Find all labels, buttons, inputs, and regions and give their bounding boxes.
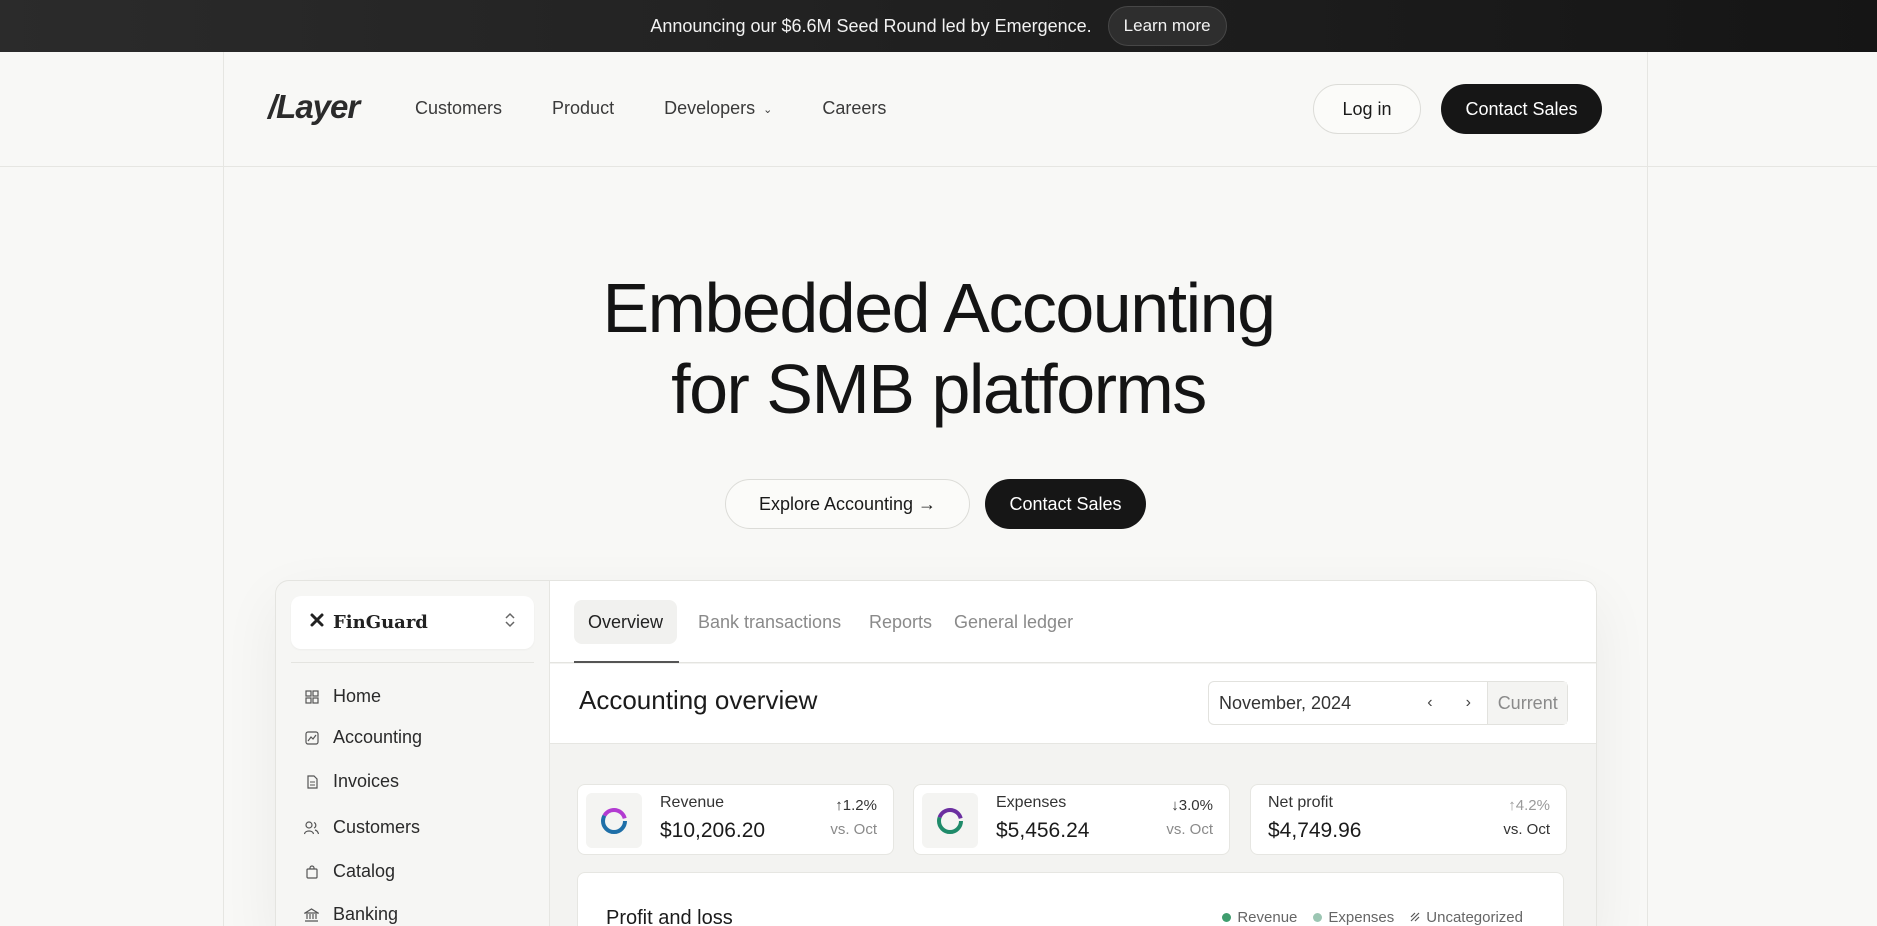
current-month-button[interactable]: Current [1487, 682, 1568, 724]
expenses-dot-icon [1313, 913, 1323, 922]
explore-accounting-button[interactable]: Explore Accounting → [725, 479, 970, 529]
nav-product[interactable]: Product [552, 98, 614, 119]
hero-line-2: for SMB platforms [671, 350, 1207, 428]
sidebar-item-label: Banking [333, 904, 399, 924]
sidebar-item-customers[interactable]: Customers [304, 817, 420, 838]
announcement-banner: Announcing our $6.6M Seed Round led by E… [0, 0, 1877, 52]
net-profit-value: $4,749.96 [1268, 819, 1362, 842]
active-tab-indicator [574, 661, 679, 663]
sidebar-item-invoices[interactable]: Invoices [304, 771, 399, 792]
org-name: FinGuard [333, 612, 428, 633]
expenses-card: Expenses $5,456.24 ↓3.0% vs. Oct [913, 784, 1230, 855]
revenue-change: ↑1.2% [835, 797, 877, 814]
sidebar-item-accounting[interactable]: Accounting [304, 727, 422, 748]
nav-product-label: Product [552, 98, 615, 118]
login-button[interactable]: Log in [1313, 84, 1421, 134]
legend-expenses-label: Expenses [1328, 909, 1395, 926]
sidebar-item-label: Invoices [333, 771, 400, 791]
org-left: FinGuard [309, 612, 428, 633]
tab-general-ledger[interactable]: General ledger [940, 600, 1087, 644]
nav-customers-label: Customers [415, 98, 503, 118]
expenses-change: ↓3.0% [1171, 797, 1213, 814]
sidebar-item-label: Accounting [333, 727, 423, 747]
chevron-updown-icon [504, 611, 516, 634]
grid-icon [304, 689, 319, 704]
expenses-donut-icon [922, 793, 978, 848]
banner-text: Announcing our $6.6M Seed Round led by E… [650, 15, 1092, 36]
header-divider [0, 166, 1877, 167]
revenue-dot-icon [1222, 913, 1232, 922]
app-sidebar: FinGuard Home Accounting Invoices Custom… [276, 581, 549, 926]
sidebar-item-label: Customers [333, 817, 421, 837]
app-main: Overview Bank transactions Reports Gener… [549, 581, 1596, 926]
profit-loss-card: Profit and loss Revenue Expenses Uncateg… [577, 872, 1564, 926]
learn-more-button[interactable]: Learn more [1107, 6, 1227, 46]
month-picker: November, 2024 ‹ › Current [1208, 681, 1568, 725]
chart-icon [304, 730, 319, 745]
tab-overview[interactable]: Overview [574, 600, 678, 644]
frame-divider-right [1647, 52, 1648, 926]
legend-revenue-label: Revenue [1237, 909, 1298, 926]
net-profit-label: Net profit [1268, 794, 1333, 811]
chevron-right-icon[interactable]: › [1449, 694, 1487, 712]
nav-customers[interactable]: Customers [415, 98, 502, 119]
legend-revenue[interactable]: Revenue [1222, 909, 1297, 926]
chevron-left-icon[interactable]: ‹ [1411, 694, 1449, 712]
nav-careers-label: Careers [822, 98, 887, 118]
org-switcher[interactable]: FinGuard [291, 596, 534, 649]
expenses-label: Expenses [996, 794, 1067, 811]
header-contact-sales-button[interactable]: Contact Sales [1441, 84, 1602, 134]
legend-uncategorized[interactable]: Uncategorized [1410, 909, 1523, 926]
net-profit-change: ↑4.2% [1508, 797, 1550, 814]
document-icon [304, 774, 319, 789]
overview-title: Accounting overview [579, 685, 818, 715]
sidebar-item-catalog[interactable]: Catalog [304, 861, 395, 882]
stripes-icon [1410, 909, 1420, 926]
overview-header: Accounting overview November, 2024 ‹ › C… [550, 664, 1596, 744]
chart-legend: Revenue Expenses Uncategorized [1222, 909, 1523, 926]
revenue-donut-icon [586, 793, 642, 848]
sidebar-divider [291, 662, 534, 663]
app-preview: FinGuard Home Accounting Invoices Custom… [275, 580, 1597, 926]
sidebar-item-home[interactable]: Home [304, 686, 381, 707]
sidebar-item-label: Home [333, 686, 382, 706]
expenses-value: $5,456.24 [996, 819, 1090, 842]
revenue-vs: vs. Oct [830, 821, 877, 838]
net-profit-card: Net profit $4,749.96 ↑4.2% vs. Oct [1250, 784, 1567, 855]
revenue-card: Revenue $10,206.20 ↑1.2% vs. Oct [577, 784, 894, 855]
bag-icon [304, 864, 319, 879]
legend-uncategorized-label: Uncategorized [1426, 909, 1523, 926]
users-icon [304, 820, 319, 835]
expenses-vs: vs. Oct [1166, 821, 1213, 838]
revenue-value: $10,206.20 [660, 819, 766, 842]
sidebar-item-banking[interactable]: Banking [304, 904, 398, 925]
chevron-down-icon: ⌄ [763, 104, 773, 116]
hero-line-1: Embedded Accounting [602, 269, 1276, 347]
frame-divider-left [223, 52, 224, 926]
profit-loss-title: Profit and loss [606, 907, 733, 926]
sidebar-item-label: Catalog [333, 861, 396, 881]
legend-expenses[interactable]: Expenses [1313, 909, 1394, 926]
month-value[interactable]: November, 2024 [1209, 693, 1411, 714]
nav-developers-label: Developers [664, 98, 756, 118]
bank-icon [304, 907, 319, 922]
hero-contact-sales-button[interactable]: Contact Sales [985, 479, 1146, 529]
nav-developers[interactable]: Developers ⌄ [664, 98, 772, 119]
tab-reports[interactable]: Reports [855, 600, 946, 644]
revenue-label: Revenue [660, 794, 725, 811]
layer-logo[interactable]: /Layer [268, 88, 360, 126]
hero-heading: Embedded Accounting for SMB platforms [0, 268, 1877, 430]
tab-bank-transactions[interactable]: Bank transactions [684, 600, 855, 644]
net-profit-vs: vs. Oct [1503, 821, 1550, 838]
org-logo-icon [309, 612, 325, 633]
nav-careers[interactable]: Careers [822, 98, 886, 119]
main-nav: Customers Product Developers ⌄ Careers [415, 98, 886, 119]
tab-bar: Overview Bank transactions Reports Gener… [550, 581, 1596, 663]
